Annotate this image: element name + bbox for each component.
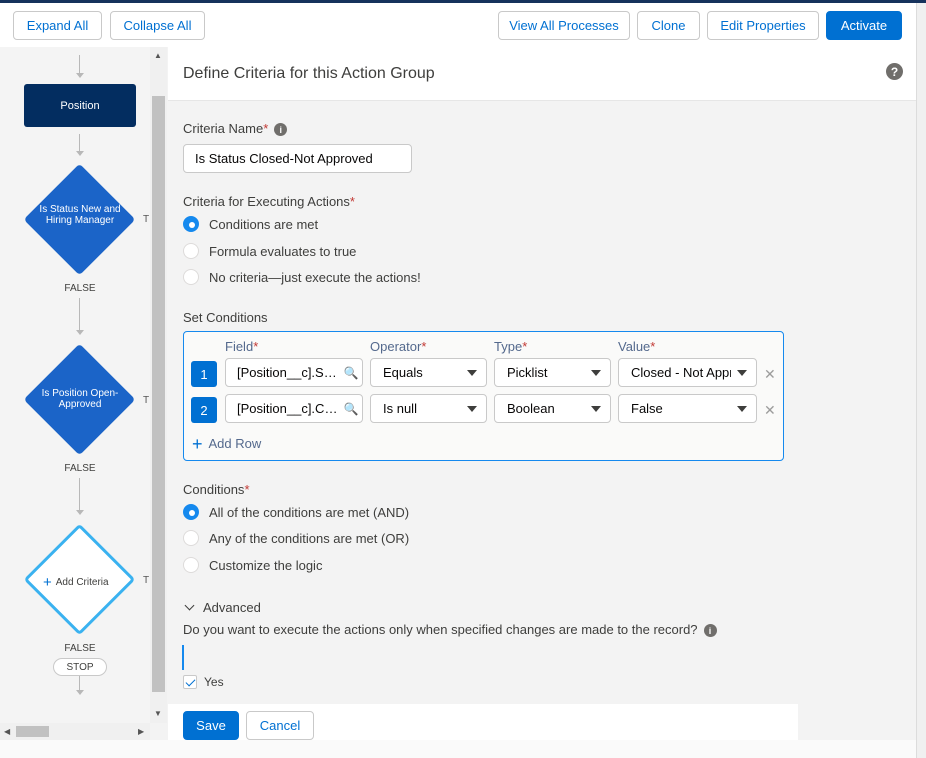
chevron-down-icon <box>184 600 195 611</box>
info-icon[interactable]: i <box>703 624 717 638</box>
plus-icon: + <box>43 574 52 591</box>
add-row-button[interactable]: + Add Row <box>192 433 261 454</box>
scroll-down-icon[interactable]: ▼ <box>154 709 162 718</box>
info-icon[interactable]: i <box>274 123 288 137</box>
toolbar: Expand All Collapse All View All Process… <box>0 3 916 47</box>
connector-arrow-icon <box>76 73 84 78</box>
activate-button[interactable]: Activate <box>826 11 902 40</box>
chevron-down-icon <box>737 405 747 412</box>
collapse-all-button[interactable]: Collapse All <box>110 11 205 40</box>
radio-customize-logic[interactable]: Customize the logic <box>183 557 322 573</box>
conditions-label: Conditions* <box>183 482 250 497</box>
canvas-scroll-thumb[interactable] <box>152 96 165 692</box>
save-button[interactable]: Save <box>183 711 239 740</box>
set-conditions-label: Set Conditions <box>183 310 268 325</box>
operator-select-1[interactable]: Equals <box>370 358 487 387</box>
type-select-1[interactable]: Picklist <box>494 358 611 387</box>
expand-all-button[interactable]: Expand All <box>13 11 102 40</box>
scroll-up-icon[interactable]: ▲ <box>154 51 162 60</box>
yes-checkbox-row[interactable]: Yes <box>183 675 224 689</box>
window-scrollbar[interactable] <box>916 3 926 758</box>
false-label: FALSE <box>64 643 96 654</box>
chevron-down-icon <box>591 405 601 412</box>
chevron-down-icon <box>467 405 477 412</box>
value-select-2[interactable]: False <box>618 394 757 423</box>
radio-all-conditions[interactable]: All of the conditions are met (AND) <box>183 504 409 520</box>
panel-title: Define Criteria for this Action Group <box>183 65 435 82</box>
add-criteria-label[interactable]: + Add Criteria <box>43 574 109 591</box>
radio-no-criteria[interactable]: No criteria—just execute the actions! <box>183 269 421 285</box>
radio-icon[interactable] <box>183 269 199 285</box>
column-value: Value* <box>618 339 656 354</box>
false-label: FALSE <box>64 463 96 474</box>
criteria-name-input[interactable]: Is Status Closed-Not Approved <box>183 144 412 173</box>
connector-line <box>79 298 80 333</box>
criteria-name-label: Criteria Name* i <box>183 121 288 137</box>
edit-properties-button[interactable]: Edit Properties <box>707 11 819 40</box>
clone-button[interactable]: Clone <box>637 11 700 40</box>
search-icon: 🔍 <box>343 365 359 380</box>
plus-icon: + <box>192 433 203 454</box>
criteria-node-2-label: Is Position Open-Approved <box>41 388 119 410</box>
criteria-node-1-label: Is Status New and Hiring Manager <box>39 204 121 226</box>
stop-node: STOP <box>53 658 107 676</box>
remove-row-icon[interactable]: ✕ <box>764 402 776 419</box>
chevron-down-icon <box>591 369 601 376</box>
remove-row-icon[interactable]: ✕ <box>764 366 776 383</box>
radio-formula[interactable]: Formula evaluates to true <box>183 243 356 259</box>
column-field: Field* <box>225 339 259 354</box>
canvas-hscroll-thumb[interactable] <box>16 726 49 737</box>
chevron-down-icon <box>737 369 747 376</box>
process-canvas: Position Is Status New and Hiring Manage… <box>0 47 152 723</box>
checkbox-checked-icon[interactable] <box>183 675 197 689</box>
advanced-toggle[interactable]: Advanced <box>183 600 261 615</box>
value-select-1[interactable]: Closed - Not Approv <box>618 358 757 387</box>
radio-any-conditions[interactable]: Any of the conditions are met (OR) <box>183 530 409 546</box>
radio-icon[interactable] <box>183 243 199 259</box>
executing-actions-label: Criteria for Executing Actions* <box>183 194 355 209</box>
row-number: 2 <box>191 397 217 423</box>
field-lookup-1[interactable]: [Position__c].Sta... 🔍 <box>225 358 363 387</box>
false-label: FALSE <box>64 283 96 294</box>
scroll-left-icon[interactable]: ◀ <box>4 727 10 736</box>
operator-select-2[interactable]: Is null <box>370 394 487 423</box>
connector-line <box>79 478 80 513</box>
start-node[interactable]: Position <box>24 84 136 127</box>
cancel-button[interactable]: Cancel <box>246 711 314 740</box>
connector-arrow-icon <box>76 690 84 695</box>
column-operator: Operator* <box>370 339 427 354</box>
connector-arrow-icon <box>76 151 84 156</box>
add-criteria-text: Add Criteria <box>55 577 109 588</box>
radio-selected-icon[interactable] <box>183 216 199 232</box>
view-all-processes-button[interactable]: View All Processes <box>498 11 630 40</box>
type-select-2[interactable]: Boolean <box>494 394 611 423</box>
row-number: 1 <box>191 361 217 387</box>
connector-arrow-icon <box>76 330 84 335</box>
focus-indicator <box>182 645 184 670</box>
column-type: Type* <box>494 339 528 354</box>
scroll-right-icon[interactable]: ▶ <box>138 727 144 736</box>
radio-conditions-met[interactable]: Conditions are met <box>183 216 318 232</box>
radio-icon[interactable] <box>183 530 199 546</box>
advanced-question: Do you want to execute the actions only … <box>183 622 717 638</box>
radio-icon[interactable] <box>183 557 199 573</box>
chevron-down-icon <box>467 369 477 376</box>
search-icon: 🔍 <box>343 401 359 416</box>
field-lookup-2[interactable]: [Position__c].Clo... 🔍 <box>225 394 363 423</box>
radio-selected-icon[interactable] <box>183 504 199 520</box>
bottom-strip <box>0 740 916 758</box>
help-icon[interactable]: ? <box>886 63 903 80</box>
connector-arrow-icon <box>76 510 84 515</box>
